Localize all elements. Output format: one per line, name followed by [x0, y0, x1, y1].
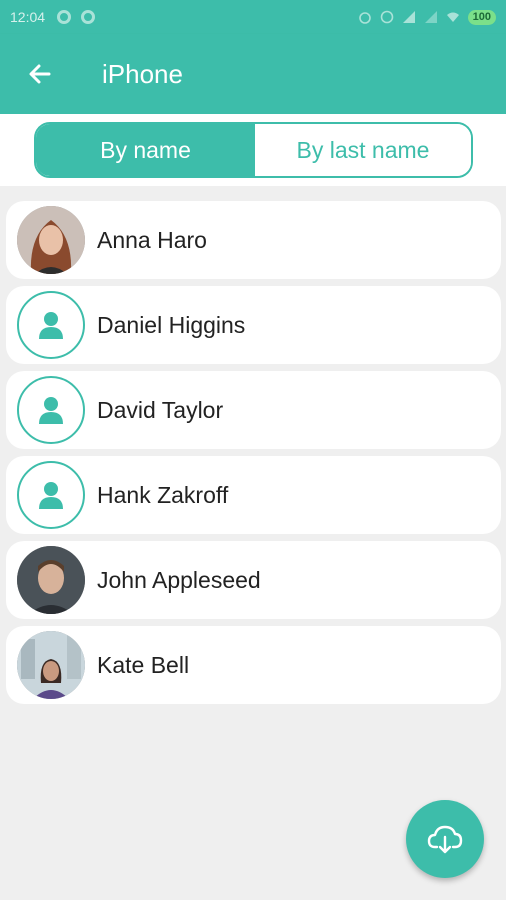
contact-row-john-appleseed[interactable]: John Appleseed: [6, 541, 501, 619]
contact-name: Anna Haro: [97, 226, 207, 253]
data-saver-icon: [380, 10, 393, 24]
avatar: [17, 291, 85, 359]
contact-row-daniel-higgins[interactable]: Daniel Higgins: [6, 286, 501, 364]
contact-name: John Appleseed: [97, 566, 261, 593]
wifi-icon: [446, 12, 459, 22]
status-time: 12:04: [10, 9, 46, 25]
notification-icon: [57, 10, 72, 24]
status-bar: 12:04 100: [0, 0, 506, 34]
tab-by-name[interactable]: By name: [36, 124, 255, 176]
contact-name: Daniel Higgins: [97, 311, 246, 338]
cloud-download-button[interactable]: [406, 800, 484, 878]
alarm-icon: [358, 12, 371, 24]
battery-icon: 100: [467, 9, 496, 25]
avatar: [17, 461, 85, 529]
contact-row-anna-haro[interactable]: Anna Haro: [6, 201, 501, 279]
signal-icon: [402, 11, 415, 23]
contact-row-hank-zakroff[interactable]: Hank Zakroff: [6, 456, 501, 534]
avatar-photo: [17, 631, 85, 699]
arrow-left-icon: [29, 64, 51, 84]
contact-row-david-taylor[interactable]: David Taylor: [6, 371, 501, 449]
avatar: [17, 206, 85, 274]
contact-name: Hank Zakroff: [97, 481, 229, 508]
notification-icon: [81, 10, 96, 24]
contact-row-kate-bell[interactable]: Kate Bell: [6, 626, 501, 704]
person-placeholder-icon: [39, 312, 63, 339]
avatar: [17, 546, 85, 614]
app-bar: iPhone: [0, 34, 506, 114]
avatar-photo: [17, 546, 85, 614]
avatar: [17, 376, 85, 444]
person-placeholder-icon: [39, 397, 63, 424]
cloud-download-icon: [427, 825, 463, 854]
contact-name: David Taylor: [97, 396, 224, 423]
status-icons: 100: [358, 9, 496, 25]
sort-segment-bar: By name By last name: [0, 114, 506, 186]
page-title: iPhone: [102, 58, 183, 89]
avatar: [17, 631, 85, 699]
tab-by-last-name[interactable]: By last name: [255, 124, 471, 176]
back-button[interactable]: [20, 54, 60, 94]
sort-segmented-control: By name By last name: [34, 122, 473, 178]
signal-icon: [424, 11, 437, 23]
contact-name: Kate Bell: [97, 651, 190, 678]
person-placeholder-icon: [39, 482, 63, 509]
contact-list: Anna Haro Daniel Higgins David Taylor Ha…: [6, 201, 501, 711]
avatar-photo: [17, 206, 85, 274]
